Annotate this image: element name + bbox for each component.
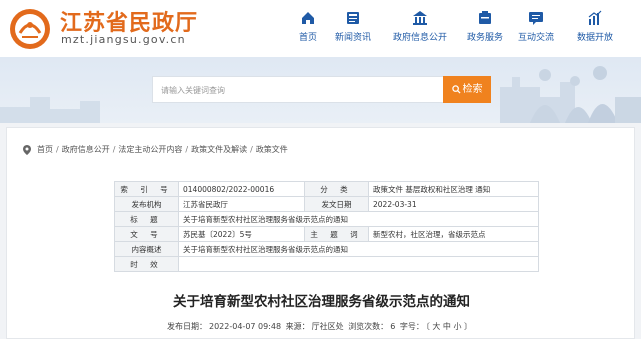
table-row: 索 引 号 014000802/2022-00016 分 类 政策文件 基层政权… (114, 181, 539, 197)
location-pin-icon (23, 144, 31, 155)
publish-date: 2022-04-07 09:48 (209, 322, 282, 331)
docno-label: 文 号 (114, 226, 179, 242)
search-icon (451, 85, 461, 94)
summary-value: 关于培育新型农村社区治理服务省级示范点的通知 (178, 241, 539, 257)
nav-interaction[interactable]: 互动交流 (508, 10, 564, 43)
search-input[interactable]: 请输入关键词查询 (152, 76, 444, 103)
table-row: 标 题 关于培育新型农村社区治理服务省级示范点的通知 (114, 211, 539, 227)
source-label: 来源： (285, 322, 310, 331)
breadcrumb-separator: / (250, 145, 253, 154)
table-row: 文 号 苏民基〔2022〕5号 主 题 词 新型农村，社区治理，省级示范点 (114, 226, 539, 242)
nav-label: 政府信息公开 (392, 33, 447, 43)
nav-label: 政务服务 (466, 33, 503, 43)
category-value: 政策文件 基层政权和社区治理 通知 (368, 181, 539, 197)
views-count: 6 (390, 322, 396, 331)
title-label: 标 题 (114, 211, 179, 227)
breadcrumb: 首页 / 政府信息公开 / 法定主动公开内容 / 政策文件及解读 / 政策文件 (23, 144, 288, 155)
interaction-icon (529, 12, 543, 25)
table-row: 发布机构 江苏省民政厅 发文日期 2022-03-31 (114, 196, 539, 212)
site-header: 江苏省民政厅 mzt.jiangsu.gov.cn 首页 新闻资讯 政府信息公开… (0, 0, 641, 57)
table-row: 时 效 (114, 256, 539, 272)
breadcrumb-info-disclosure[interactable]: 政府信息公开 (62, 144, 110, 155)
nav-info-disclosure[interactable]: 政府信息公开 (378, 10, 462, 43)
breadcrumb-policy-interpretation[interactable]: 政策文件及解读 (191, 144, 247, 155)
nav-label: 互动交流 (517, 33, 554, 43)
docno-value: 苏民基〔2022〕5号 (178, 226, 305, 242)
validity-value (178, 256, 539, 272)
data-chart-icon (588, 10, 602, 25)
category-label: 分 类 (304, 181, 369, 197)
breadcrumb-home[interactable]: 首页 (37, 144, 53, 155)
breadcrumb-statutory-content[interactable]: 法定主动公开内容 (118, 144, 182, 155)
service-icon (479, 11, 491, 24)
date-label: 发文日期 (304, 196, 369, 212)
index-value: 014000802/2022-00016 (178, 181, 305, 197)
views-label: 浏览次数： (348, 322, 389, 331)
site-url: mzt.jiangsu.gov.cn (61, 33, 186, 46)
breadcrumb-separator: / (185, 145, 189, 154)
nav-news[interactable]: 新闻资讯 (328, 10, 378, 43)
breadcrumb-policy-documents[interactable]: 政策文件 (256, 144, 288, 155)
nav-service[interactable]: 政务服务 (462, 10, 508, 43)
search-button-label: 检索 (462, 84, 483, 95)
fontsize-selector[interactable]: 〔 大 中 小 〕 (426, 322, 472, 331)
document-metadata-table: 索 引 号 014000802/2022-00016 分 类 政策文件 基层政权… (114, 181, 539, 272)
title-value: 关于培育新型农村社区治理服务省级示范点的通知 (178, 211, 539, 227)
search-banner: 请输入关键词查询 检索 (0, 57, 641, 123)
keywords-label: 主 题 词 (304, 226, 369, 242)
search-button[interactable]: 检索 (443, 76, 491, 103)
summary-label: 内容概述 (114, 241, 179, 257)
nav-data-open[interactable]: 数据开放 (564, 10, 626, 43)
table-row: 内容概述 关于培育新型农村社区治理服务省级示范点的通知 (114, 241, 539, 257)
fontsize-label: 字号： (399, 322, 424, 331)
info-disclosure-icon (413, 11, 427, 25)
date-value: 2022-03-31 (368, 196, 539, 212)
nav-home[interactable]: 首页 (288, 10, 328, 43)
news-icon (347, 12, 359, 24)
org-value: 江苏省民政厅 (178, 196, 305, 212)
validity-label: 时 效 (114, 256, 179, 272)
org-label: 发布机构 (114, 196, 179, 212)
breadcrumb-separator: / (112, 145, 116, 154)
ministry-emblem-logo[interactable] (8, 7, 52, 51)
nav-label: 首页 (298, 33, 317, 43)
source-value: 厅社区处 (311, 322, 344, 331)
nav-label: 新闻资讯 (334, 33, 371, 43)
home-icon (302, 12, 314, 24)
breadcrumb-separator: / (56, 145, 59, 154)
article-panel: 首页 / 政府信息公开 / 法定主动公开内容 / 政策文件及解读 / 政策文件 索 引 … (6, 127, 635, 339)
index-label: 索 引 号 (114, 181, 179, 197)
publish-date-label: 发布日期： (167, 322, 207, 331)
keywords-value: 新型农村，社区治理，省级示范点 (368, 226, 539, 242)
nav-label: 数据开放 (576, 33, 613, 43)
main-nav: 首页 新闻资讯 政府信息公开 政务服务 互动交流 数据开放 (288, 10, 626, 43)
article-title: 关于培育新型农村社区治理服务省级示范点的通知 (173, 294, 470, 310)
publish-info: 发布日期： 2022-04-07 09:48 来源： 厅社区处 浏览次数： 6 字号：… (167, 321, 474, 332)
